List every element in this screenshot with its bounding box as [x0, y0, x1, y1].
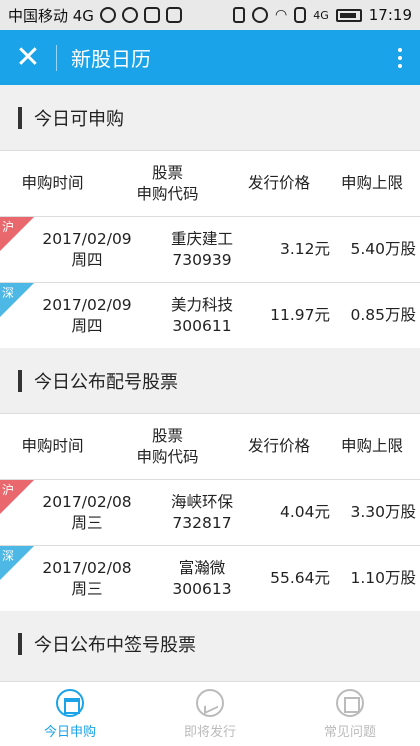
sync-icon [99, 7, 116, 23]
section-title: 今日可申购 [0, 85, 420, 150]
chart-icon [196, 688, 224, 717]
allotment-table: 申购时间 股票 申购代码 发行价格 申购上限 沪 2017/02/08 周三 海峡环… [0, 413, 420, 611]
section-marker [18, 106, 22, 129]
alarm-icon [252, 7, 269, 23]
ipo-table: 申购时间 股票 申购代码 发行价格 申购上限 沪 2017/02/09 周四 重庆建… [0, 150, 420, 348]
table-row[interactable]: 沪 2017/02/08 周三 海峡环保 732817 4.04元 3.30万股 [0, 479, 420, 545]
content[interactable]: 今日可申购 申购时间 股票 申购代码 发行价格 申购上限 沪 2017/02/09… [0, 85, 420, 681]
market-badge: 沪 [0, 480, 34, 514]
clock: 17:19 [368, 6, 412, 24]
app-bar: ✕ 新股日历 [0, 30, 420, 85]
tab-upcoming-issue[interactable]: 即将发行 [140, 682, 280, 746]
calendar-icon [56, 688, 84, 717]
status-bar: 中国移动 4G ◠ 4G 17:19 [0, 0, 420, 30]
section-title: 今日公布中签号股票 [0, 611, 420, 676]
section-marker [18, 369, 22, 392]
table-row[interactable]: 深 2017/02/09 周四 美力科技 300611 11.97元 0.85万股 [0, 282, 420, 348]
table-header: 申购时间 股票 申购代码 发行价格 申购上限 [0, 150, 420, 216]
sim-icon [294, 7, 307, 23]
document-icon [336, 688, 364, 717]
battery-icon [335, 8, 362, 22]
tab-today-subscribe[interactable]: 今日申购 [0, 682, 140, 746]
close-icon[interactable]: ✕ [0, 30, 56, 85]
network-type: 4G [313, 8, 329, 22]
app-notification-icon [143, 7, 160, 23]
table-row[interactable]: 深 2017/02/08 周三 富瀚微 300613 55.64元 1.10万股 [0, 545, 420, 611]
market-badge: 深 [0, 283, 34, 317]
table-row[interactable]: 沪 2017/02/09 周四 重庆建工 730939 3.12元 5.40万股 [0, 216, 420, 282]
market-badge: 深 [0, 546, 34, 580]
table-header: 申购时间 股票 申购代码 发行价格 申购上限 [0, 413, 420, 479]
tab-faq[interactable]: 常见问题 [280, 682, 420, 746]
wifi-icon: ◠ [275, 7, 288, 23]
image-notification-icon [165, 7, 182, 23]
carrier-label: 中国移动 4G [8, 6, 94, 25]
bottom-tab-bar: 今日申购 即将发行 常见问题 [0, 681, 420, 746]
market-badge: 沪 [0, 217, 34, 251]
section-marker [18, 632, 22, 655]
loop-icon [121, 7, 138, 23]
page-title: 新股日历 [71, 47, 151, 71]
section-title: 今日公布配号股票 [0, 348, 420, 413]
more-options-icon[interactable] [380, 47, 420, 68]
vibrate-icon [233, 7, 246, 23]
